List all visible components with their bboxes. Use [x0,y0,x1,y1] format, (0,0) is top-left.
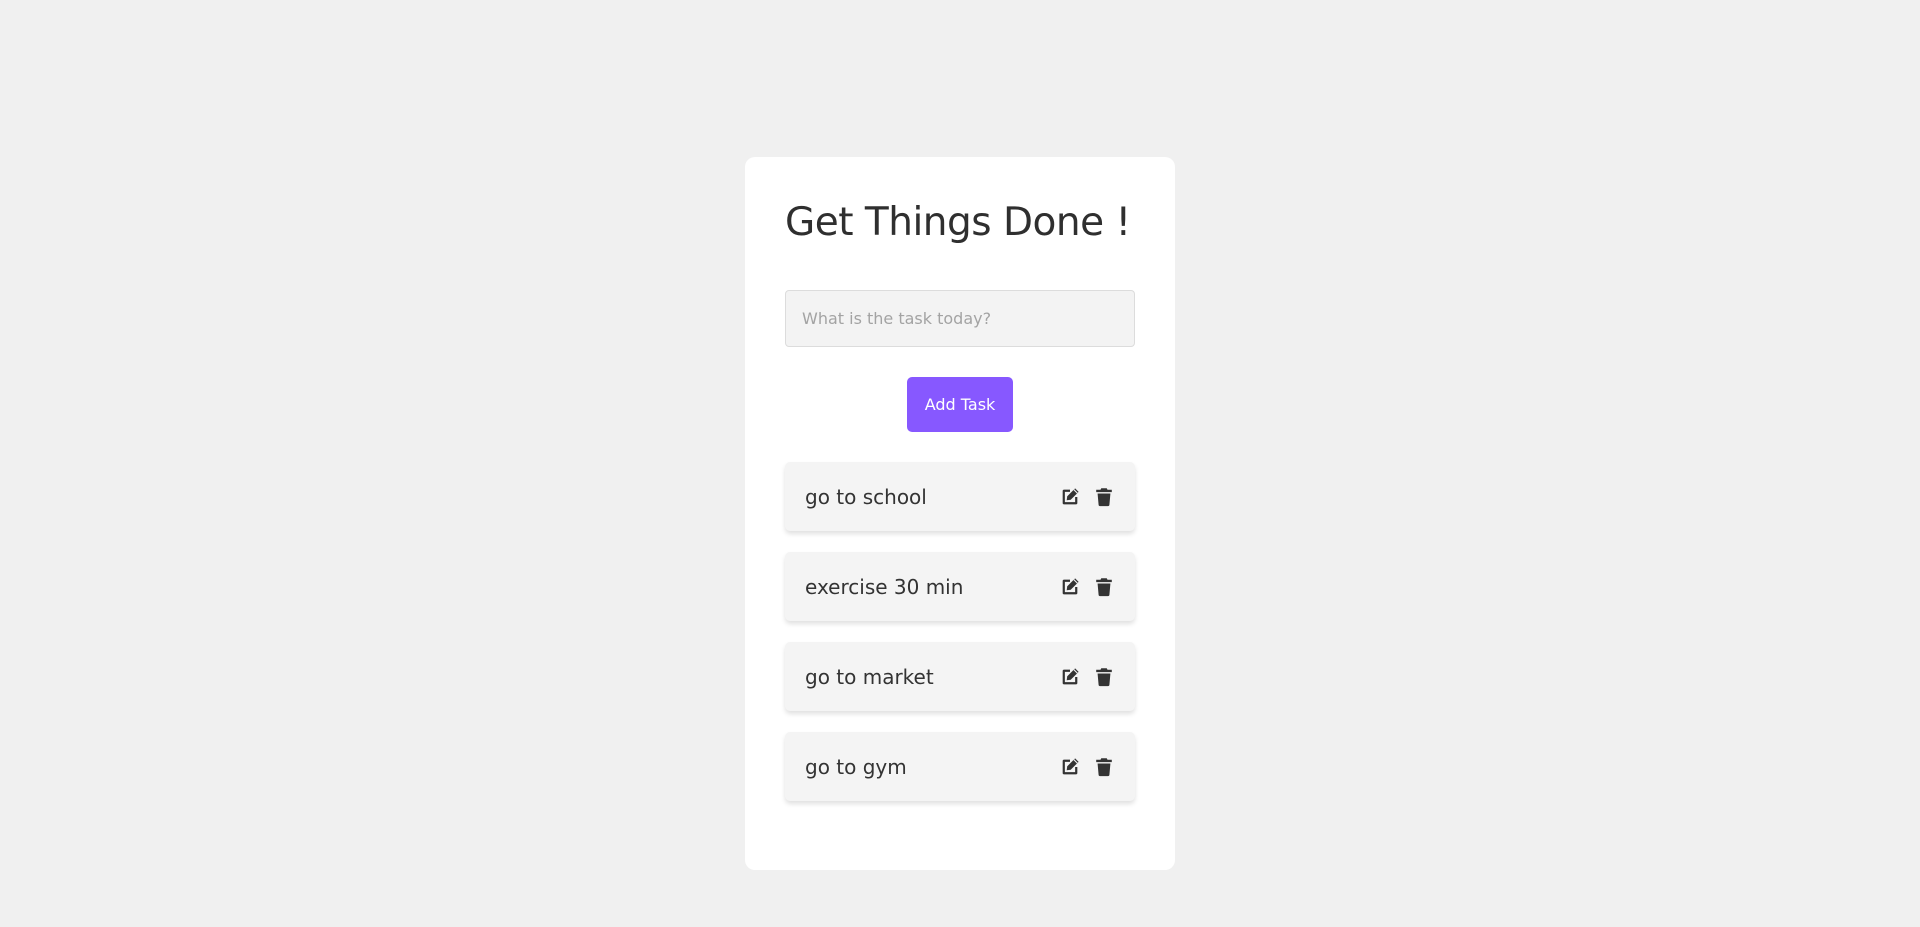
edit-icon[interactable] [1059,576,1081,598]
add-task-button[interactable]: Add Task [907,377,1013,432]
add-task-row: Add Task [785,377,1135,432]
page-title: Get Things Done ! [785,200,1131,245]
todo-card: Get Things Done ! Add Task go to school … [745,157,1175,870]
task-text: go to gym [805,754,907,779]
task-item: go to school [785,462,1135,531]
trash-icon[interactable] [1093,486,1115,508]
task-item: go to gym [785,732,1135,801]
trash-icon[interactable] [1093,576,1115,598]
task-text: go to market [805,664,934,689]
task-actions [1059,666,1115,688]
task-input[interactable] [785,290,1135,347]
task-text: exercise 30 min [805,574,964,599]
edit-icon[interactable] [1059,666,1081,688]
task-actions [1059,756,1115,778]
task-item: exercise 30 min [785,552,1135,621]
edit-icon[interactable] [1059,486,1081,508]
task-item: go to market [785,642,1135,711]
trash-icon[interactable] [1093,756,1115,778]
trash-icon[interactable] [1093,666,1115,688]
task-actions [1059,486,1115,508]
edit-icon[interactable] [1059,756,1081,778]
task-list: go to school exercise 30 min go to marke… [785,462,1135,801]
task-text: go to school [805,484,927,509]
task-actions [1059,576,1115,598]
